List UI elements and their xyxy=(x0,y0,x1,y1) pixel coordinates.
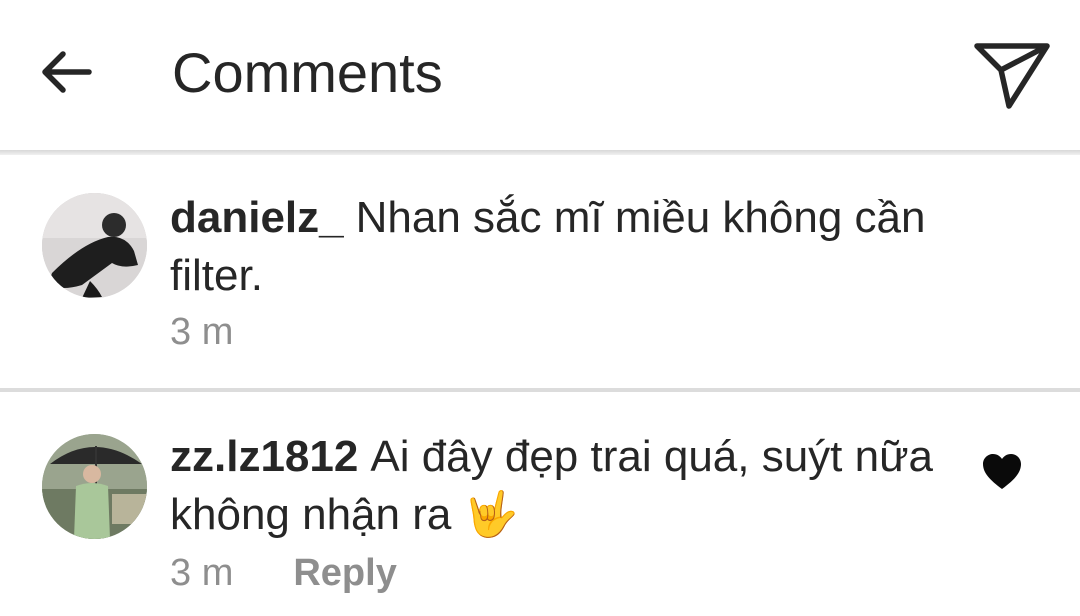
comment-username[interactable]: danielz_ xyxy=(170,193,344,242)
arrow-left-icon xyxy=(42,51,92,93)
comment-text: zz.lz1812 Ai đây đẹp trai quá, suýt nữa k… xyxy=(170,428,950,544)
user-avatar xyxy=(42,434,147,539)
comment-item: danielz_ Nhan sắc mĩ miều không cần filte… xyxy=(0,155,1080,388)
reply-button[interactable]: Reply xyxy=(293,552,396,594)
like-button[interactable] xyxy=(980,450,1024,494)
comment-time: 3 m xyxy=(170,311,234,353)
avatar[interactable] xyxy=(42,193,147,298)
heart-filled-icon xyxy=(983,454,1021,489)
user-avatar xyxy=(42,193,147,298)
paper-plane-icon xyxy=(974,43,1050,109)
comment-meta: 3 m xyxy=(170,311,233,354)
comment-time: 3 m xyxy=(170,552,234,594)
comment-username[interactable]: zz.lz1812 xyxy=(170,432,358,481)
comment-item: zz.lz1812 Ai đây đẹp trai quá, suýt nữa k… xyxy=(0,392,1080,616)
comment-text: danielz_ Nhan sắc mĩ miều không cần filte… xyxy=(170,189,990,305)
comment-meta: 3 m Reply xyxy=(170,552,397,595)
back-button[interactable] xyxy=(36,42,96,102)
share-button[interactable] xyxy=(966,36,1056,114)
header: Comments xyxy=(0,0,1080,150)
avatar[interactable] xyxy=(42,434,147,539)
page-title: Comments xyxy=(172,41,443,104)
